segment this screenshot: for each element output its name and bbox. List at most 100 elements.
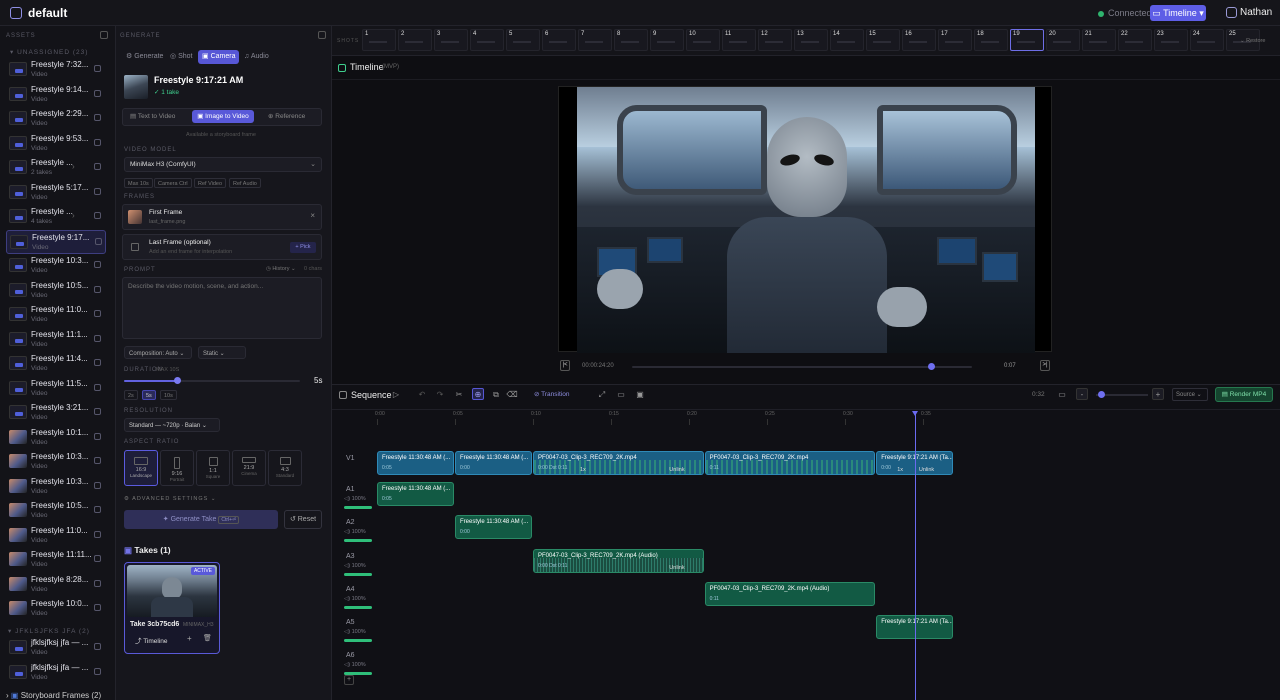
track-volume[interactable]: ◁) 100% xyxy=(344,529,366,535)
track-volume[interactable]: ◁) 100% xyxy=(344,496,366,502)
collapse-panel-icon[interactable] xyxy=(100,31,108,39)
asset-action-icon[interactable] xyxy=(94,383,101,391)
clip-speed[interactable]: 1x xyxy=(897,467,903,473)
close-icon[interactable]: × xyxy=(310,211,315,220)
asset-item[interactable]: Freestyle 8:28... Video xyxy=(6,573,106,597)
shot-card[interactable]: 4 xyxy=(470,29,504,51)
pick-button[interactable]: + Pick xyxy=(290,242,316,253)
asset-action-icon[interactable] xyxy=(94,579,101,587)
asset-action-icon[interactable] xyxy=(94,310,101,317)
asset-item[interactable]: Freestyle 11:0... Video xyxy=(6,524,106,548)
zoom-in-icon[interactable]: + xyxy=(1152,388,1164,400)
asset-action-icon[interactable] xyxy=(94,65,101,72)
advanced-settings-toggle[interactable]: ⚙ ADVANCED SETTINGS ⌄ xyxy=(124,496,216,502)
duration-10s[interactable]: 10s xyxy=(160,390,177,400)
mode-text-to-video[interactable]: ▤ Text to Video xyxy=(130,112,175,120)
asset-item[interactable]: Freestyle 10:5... Video xyxy=(6,279,106,303)
asset-action-icon[interactable] xyxy=(94,506,101,513)
motion-select[interactable]: Static ⌄ xyxy=(198,346,246,359)
add-track-icon[interactable]: + xyxy=(344,675,354,685)
asset-action-icon[interactable] xyxy=(94,187,101,195)
generate-take-button[interactable]: ✦ Generate Take Ctrl+⏎ xyxy=(124,510,278,529)
asset-action-icon[interactable] xyxy=(94,359,101,366)
trash-icon[interactable]: 🗑 xyxy=(203,634,212,642)
shot-card[interactable]: 2 xyxy=(398,29,432,51)
redo-icon[interactable]: ↷ xyxy=(434,389,446,401)
shot-card[interactable]: 11 xyxy=(722,29,756,51)
playhead[interactable] xyxy=(912,411,919,700)
take-card[interactable]: ACTIVE Take 3cb75cd6 MINIMAX_H3 ⤴ Timeli… xyxy=(124,562,220,654)
chevron-right-icon[interactable]: › xyxy=(72,162,75,171)
shot-card[interactable]: 6 xyxy=(542,29,576,51)
prompt-textarea[interactable] xyxy=(122,277,322,339)
asset-item[interactable]: Freestyle 9:53... Video xyxy=(6,132,106,156)
shot-card[interactable]: 15 xyxy=(866,29,900,51)
asset-item[interactable]: jfklsjfksj jfa — ... Video xyxy=(6,636,106,660)
unlink-button[interactable]: Unlink xyxy=(669,565,684,571)
asset-action-icon[interactable] xyxy=(94,457,101,464)
mode-reference[interactable]: ⊕ Reference xyxy=(268,112,305,120)
asset-action-icon[interactable] xyxy=(94,163,101,170)
render-mp4-button[interactable]: ▤ Render MP4 xyxy=(1215,387,1273,402)
track-volume-bar[interactable] xyxy=(344,539,372,542)
aspect-portrait[interactable]: 9:16 Portrait xyxy=(160,450,194,486)
reset-button[interactable]: ↺ Reset xyxy=(284,510,322,529)
asset-item[interactable]: Freestyle 11:11... Video xyxy=(6,548,106,572)
aspect-square[interactable]: 1:1 Square xyxy=(196,450,230,486)
audio-clip[interactable]: Freestyle 11:30:48 AM (... 0:00 xyxy=(455,515,532,539)
collapse-generator-icon[interactable] xyxy=(318,31,326,39)
asset-item[interactable]: Freestyle 5:17... Video xyxy=(6,181,106,205)
shot-card[interactable]: 14 xyxy=(830,29,864,51)
asset-item[interactable]: Freestyle 10:0... Video xyxy=(6,597,106,621)
video-model-select[interactable]: MiniMax H3 (ComfyUI) ⌄ xyxy=(124,157,322,172)
track-volume[interactable]: ◁) 100% xyxy=(344,563,366,569)
asset-item[interactable]: Freestyle ... 2 takes › xyxy=(6,156,106,180)
last-frame-card[interactable]: Last Frame (optional) Add an end frame f… xyxy=(122,234,322,260)
asset-action-icon[interactable] xyxy=(94,668,101,675)
asset-item[interactable]: Freestyle 11:4... Video xyxy=(6,352,106,376)
shot-card[interactable]: 16 xyxy=(902,29,936,51)
tab-generate[interactable]: ⚙ Generate xyxy=(122,50,167,64)
asset-action-icon[interactable] xyxy=(94,114,101,121)
shot-card[interactable]: 3 xyxy=(434,29,468,51)
transition-button[interactable]: ⊘ Transition xyxy=(534,390,569,398)
shot-card[interactable]: 1 xyxy=(362,29,396,51)
aspect-landscape[interactable]: 16:9 Landscape xyxy=(124,450,158,486)
asset-action-icon[interactable] xyxy=(94,481,101,489)
asset-item[interactable]: Freestyle 11:0... Video xyxy=(6,303,106,327)
restore-button[interactable]: ⌄ Restore xyxy=(1240,38,1265,44)
composition-select[interactable]: Composition: Auto ⌄ xyxy=(124,346,192,359)
copy-icon[interactable]: ⧉ xyxy=(490,389,502,401)
zoom-slider-handle[interactable] xyxy=(1098,391,1105,398)
play-icon[interactable]: ▷ xyxy=(390,389,402,401)
asset-action-icon[interactable] xyxy=(95,237,102,245)
video-preview[interactable] xyxy=(558,86,1052,353)
shot-card[interactable]: 12 xyxy=(758,29,792,51)
skip-end-icon[interactable]: >| xyxy=(1040,360,1050,371)
track-volume[interactable]: ◁) 100% xyxy=(344,629,366,635)
aspect-cinema[interactable]: 21:9 Cinema xyxy=(232,450,266,486)
history-button[interactable]: ◷ History ⌄ xyxy=(266,266,296,272)
track-volume[interactable]: ◁) 100% xyxy=(344,596,366,602)
shot-card[interactable]: 24 xyxy=(1190,29,1224,51)
asset-item[interactable]: jfklsjfksj jfa — ... Video xyxy=(6,661,106,685)
asset-action-icon[interactable] xyxy=(94,89,101,97)
scissors-icon[interactable]: ✂ xyxy=(453,389,465,401)
fullscreen-icon[interactable]: ▭ xyxy=(1056,389,1068,401)
source-select[interactable]: Source ⌄ xyxy=(1172,388,1208,401)
chevron-right-icon[interactable]: › xyxy=(72,211,75,220)
zoom-slider[interactable] xyxy=(1096,391,1148,398)
shot-card[interactable]: 20 xyxy=(1046,29,1080,51)
track-volume-bar[interactable] xyxy=(344,506,372,509)
shot-card[interactable]: 13 xyxy=(794,29,828,51)
asset-item[interactable]: Freestyle 11:1... Video xyxy=(6,328,106,352)
asset-item[interactable]: Freestyle 10:3... Video xyxy=(6,254,106,278)
asset-item[interactable]: Freestyle 9:17... Video xyxy=(6,229,106,254)
asset-item[interactable]: Freestyle 10:1... Video xyxy=(6,426,106,450)
preview-scrubber[interactable] xyxy=(632,363,972,370)
asset-item[interactable]: Freestyle 3:21... Video xyxy=(6,401,106,425)
video-clip[interactable]: Freestyle 11:30:48 AM (... 0:05 xyxy=(377,451,454,475)
user-name[interactable]: Nathan xyxy=(1240,7,1272,18)
shot-card[interactable]: 23 xyxy=(1154,29,1188,51)
shot-card[interactable]: 7 xyxy=(578,29,612,51)
